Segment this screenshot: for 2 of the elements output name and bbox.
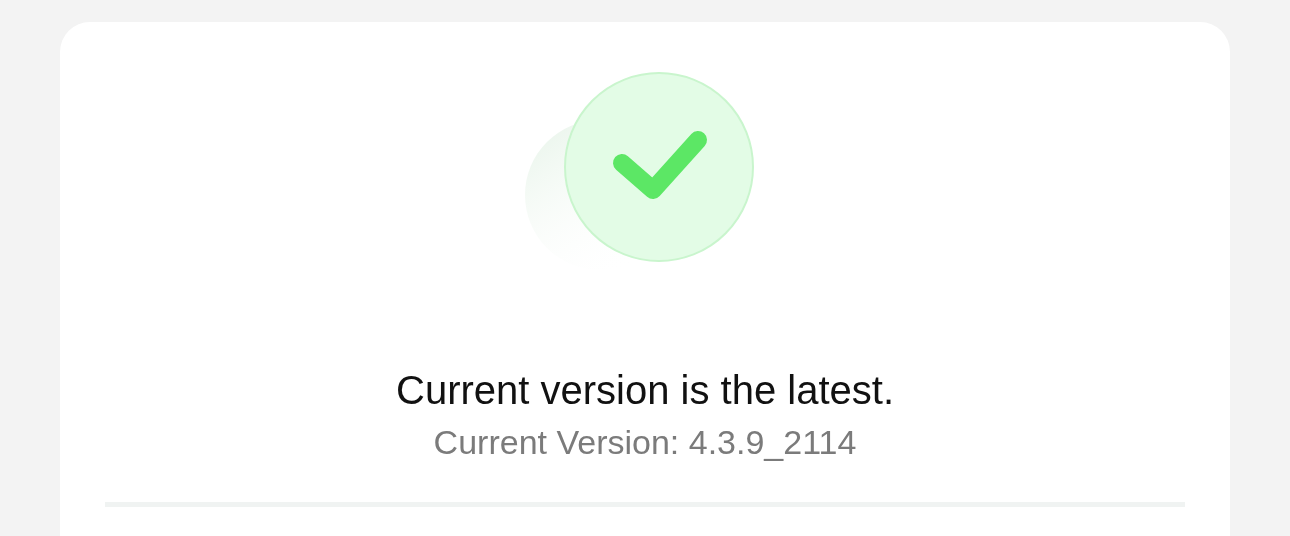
version-text: Current Version: 4.3.9_2114 <box>433 422 857 462</box>
status-title: Current version is the latest. <box>396 367 894 414</box>
